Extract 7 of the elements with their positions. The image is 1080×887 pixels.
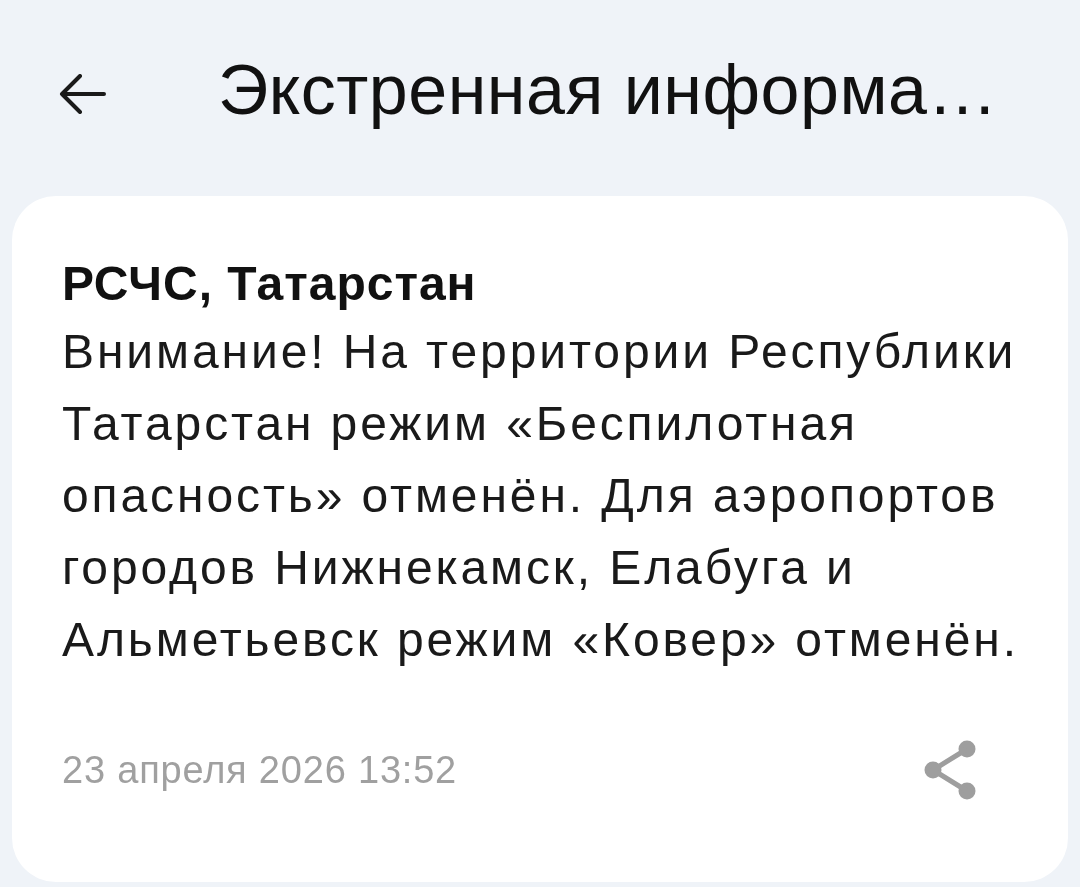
alert-message: Внимание! На территории Республики Татарстан режим «Беспилотная опасность» отменён. Для аэропортов городов Нижнекамск, Елабуга и Альметьевск режим «Ковер» отменён. bbox=[62, 324, 1020, 668]
page-title: Экстренная информа… bbox=[218, 50, 998, 130]
back-arrow-icon bbox=[58, 74, 106, 114]
share-icon bbox=[922, 740, 978, 800]
alert-timestamp: 23 апреля 2026 13:52 bbox=[62, 748, 458, 792]
share-button[interactable] bbox=[922, 740, 978, 800]
alert-source: РСЧС, Татарстан bbox=[62, 256, 478, 312]
